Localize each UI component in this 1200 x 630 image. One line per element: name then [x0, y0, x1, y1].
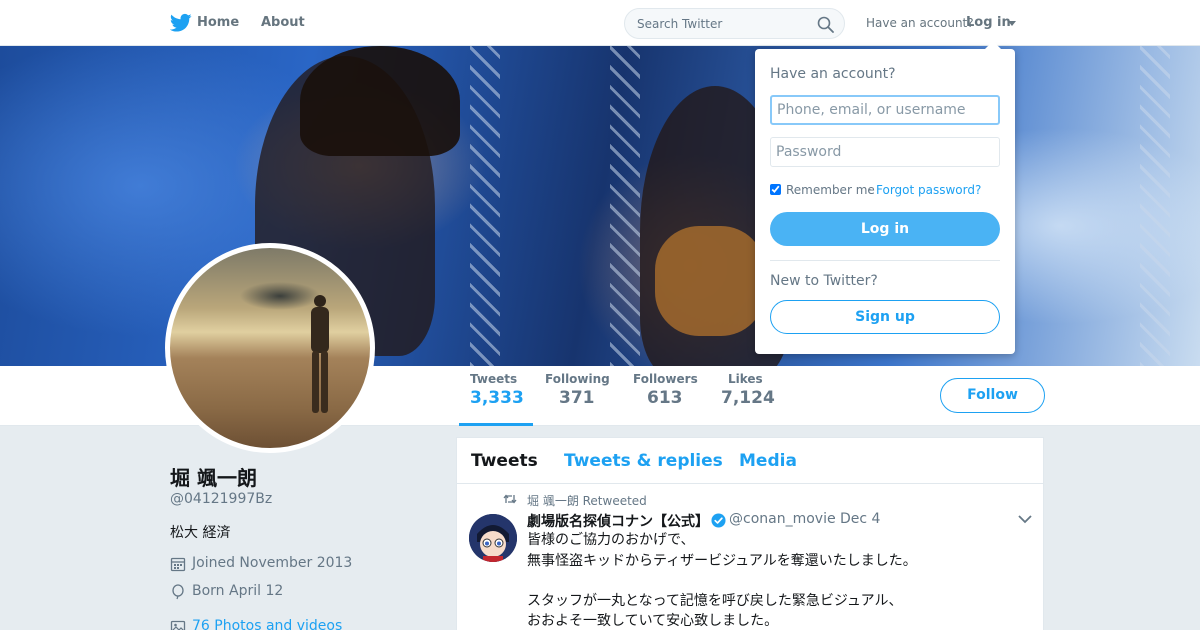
profile-name[interactable]: 堀 颯一朗: [170, 462, 257, 491]
profile-avatar[interactable]: [165, 243, 375, 453]
tweet-text-line: 皆様のご協力のおかげで、: [527, 532, 695, 548]
born-text: Born April 12: [192, 583, 284, 599]
remember-separator: ·: [868, 183, 872, 197]
dropdown-title: Have an account?: [770, 66, 896, 82]
tweet-author-name[interactable]: 劇場版名探偵コナン【公式】: [527, 511, 709, 531]
profile-handle[interactable]: @04121997Bz: [170, 491, 272, 507]
tab-tweets[interactable]: Tweets: [471, 451, 538, 471]
stage-truss: [610, 46, 640, 366]
tweet-timestamp[interactable]: Dec 4: [840, 511, 880, 527]
retweeted-by-text[interactable]: 堀 颯一朗 Retweeted: [527, 492, 647, 509]
chevron-down-icon[interactable]: [1018, 514, 1032, 524]
stat-tweets[interactable]: Tweets 3,333: [459, 372, 533, 426]
caret-down-icon[interactable]: [1008, 21, 1016, 26]
signup-button[interactable]: Sign up: [770, 300, 1000, 334]
nav-about-link[interactable]: About: [261, 15, 305, 30]
have-account-text: Have an account?: [866, 16, 974, 30]
retweet-icon: [503, 494, 517, 504]
tweet-avatar-illustration: [469, 514, 517, 562]
photo-icon: [170, 620, 186, 630]
calendar-icon: [170, 557, 186, 572]
balloon-icon: [172, 584, 184, 600]
profile-bio: 松大 経済: [170, 525, 231, 541]
stat-label: Likes: [728, 372, 763, 386]
remember-me-checkbox[interactable]: [770, 184, 781, 195]
tweet-text-line: おおよそ一致していて安心致しました。: [527, 613, 779, 629]
twitter-bird-icon[interactable]: [170, 13, 192, 33]
username-input[interactable]: [770, 95, 1000, 125]
stat-value: 371: [559, 388, 595, 408]
timeline-tabs: Tweets Tweets & replies Media: [457, 438, 1043, 484]
tweet-text-line: 無事怪盗キッドからティザービジュアルを奪還いたしました。: [527, 553, 917, 569]
banner-performer-hair: [300, 46, 460, 156]
banner-guitar: [655, 226, 765, 336]
nav-home-link[interactable]: Home: [197, 15, 239, 30]
tweet-screen-name[interactable]: @conan_movie: [729, 511, 836, 527]
verified-badge-icon: [711, 513, 726, 528]
stat-label: Following: [545, 372, 610, 386]
tab-tweets-replies[interactable]: Tweets & replies: [564, 451, 723, 471]
stage-truss: [470, 46, 500, 366]
new-to-twitter-text: New to Twitter?: [770, 273, 878, 289]
stat-value: 7,124: [721, 388, 775, 408]
password-input[interactable]: [770, 137, 1000, 167]
search-input[interactable]: [637, 15, 812, 33]
photos-text[interactable]: 76 Photos and videos: [192, 618, 342, 630]
forgot-password-link[interactable]: Forgot password?: [876, 183, 981, 197]
tweet-author-avatar[interactable]: [469, 514, 517, 562]
stat-likes[interactable]: Likes 7,124: [721, 372, 775, 426]
stage-truss: [1140, 46, 1170, 366]
stat-label: Tweets: [470, 372, 518, 386]
remember-me-label[interactable]: Remember me: [786, 183, 875, 197]
avatar-silhouette: [311, 295, 329, 413]
stat-label: Followers: [633, 372, 698, 386]
tab-media[interactable]: Media: [739, 451, 797, 471]
login-dropdown: Have an account? Remember me · Forgot pa…: [755, 41, 1015, 354]
search-icon[interactable]: [817, 16, 834, 33]
stat-followers[interactable]: Followers 613: [633, 372, 698, 426]
login-dropdown-toggle[interactable]: Log in: [966, 15, 1011, 30]
tweet-separator: ·: [832, 511, 837, 527]
stat-value: 3,333: [470, 388, 524, 408]
tweet-text-line: スタッフが一丸となって記憶を呼び戻した緊急ビジュアル、: [527, 593, 903, 609]
search-box[interactable]: [624, 8, 845, 39]
stat-value: 613: [647, 388, 683, 408]
joined-text: Joined November 2013: [192, 555, 353, 571]
top-navigation-bar: Home About Have an account? Log in: [0, 0, 1200, 46]
login-button[interactable]: Log in: [770, 212, 1000, 246]
stat-following[interactable]: Following 371: [545, 372, 610, 426]
dropdown-divider: [770, 260, 1000, 261]
timeline-panel: Tweets Tweets & replies Media 堀 颯一朗 Retw…: [456, 437, 1044, 630]
follow-button[interactable]: Follow: [940, 378, 1045, 413]
